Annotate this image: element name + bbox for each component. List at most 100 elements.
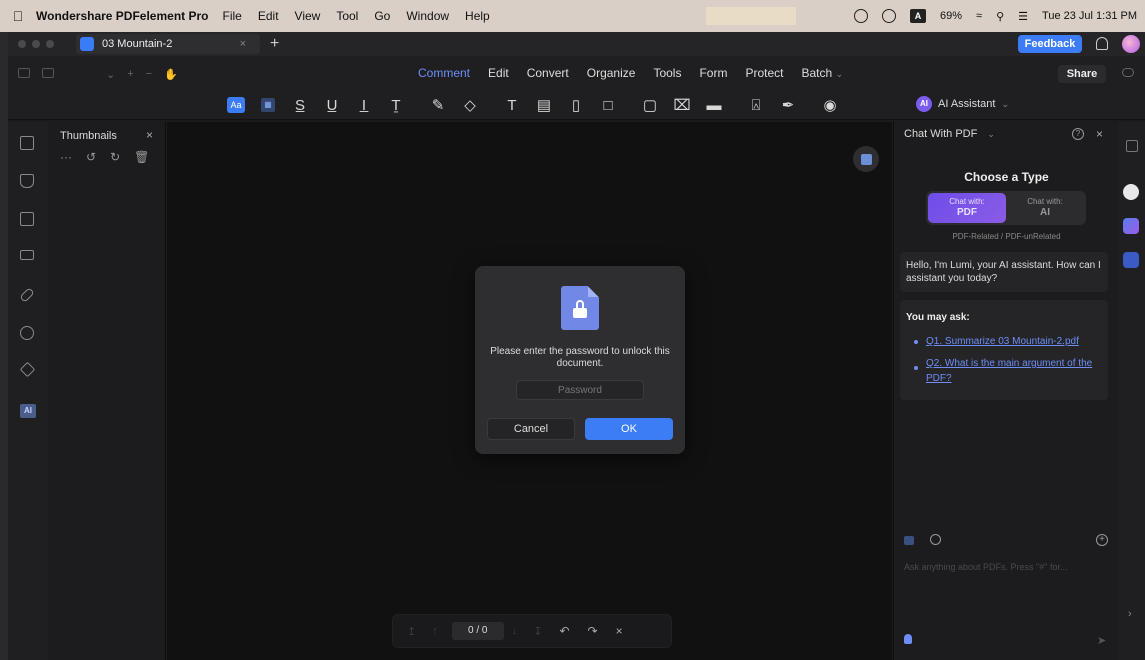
lightbulb-icon[interactable] xyxy=(904,634,912,644)
chat-mode-dropdown[interactable]: Chat With PDF ⌄ xyxy=(904,128,995,140)
close-window-button[interactable] xyxy=(18,40,26,48)
trash-icon[interactable]: 🗑 xyxy=(134,150,149,164)
bookmark-icon[interactable] xyxy=(20,212,34,226)
tab-close-icon[interactable]: × xyxy=(240,38,246,50)
close-icon[interactable]: × xyxy=(1096,127,1103,141)
zoom-in-icon[interactable]: + xyxy=(127,68,133,81)
tab-organize[interactable]: Organize xyxy=(587,66,636,80)
suggestion-q2[interactable]: Q2. What is the main argument of the PDF… xyxy=(926,356,1098,386)
underline-icon[interactable]: U̲ xyxy=(316,94,348,116)
password-input[interactable] xyxy=(516,380,644,400)
new-chat-icon[interactable]: + xyxy=(1096,534,1108,546)
page-layout-icon[interactable] xyxy=(42,68,54,78)
chat-with-pdf-option[interactable]: Chat with: PDF xyxy=(928,193,1006,223)
signature-icon[interactable]: ✒ xyxy=(772,94,804,116)
app-name-menu[interactable]: Wondershare PDFelement Pro xyxy=(36,9,209,23)
layers-icon[interactable] xyxy=(20,250,34,260)
ai-panel-icon[interactable]: AI xyxy=(20,404,36,418)
cancel-button[interactable]: Cancel xyxy=(487,418,575,440)
new-tab-button[interactable]: + xyxy=(270,35,279,53)
tab-convert[interactable]: Convert xyxy=(527,66,569,80)
tab-comment[interactable]: Comment xyxy=(418,66,470,80)
menu-view[interactable]: View xyxy=(295,9,321,23)
previous-page-icon[interactable]: ↑ xyxy=(432,625,438,637)
control-center-icon[interactable]: ☰ xyxy=(1018,10,1028,23)
play-icon[interactable] xyxy=(882,9,896,23)
share-button[interactable]: Share xyxy=(1058,65,1106,83)
ai-robot-icon[interactable] xyxy=(1123,184,1139,200)
cloud-icon[interactable] xyxy=(1122,68,1134,77)
menu-file[interactable]: File xyxy=(223,9,242,23)
first-page-icon[interactable]: ↥ xyxy=(407,625,416,638)
thumbnails-icon[interactable] xyxy=(20,136,34,150)
shape-rectangle-icon[interactable]: ▢ xyxy=(634,94,666,116)
strikethrough-icon[interactable]: S̲ xyxy=(284,94,316,116)
hand-tool-icon[interactable]: ✋ xyxy=(164,68,178,81)
eraser-icon[interactable]: ◇ xyxy=(454,94,486,116)
close-icon[interactable]: × xyxy=(146,128,153,142)
feedback-button[interactable]: Feedback xyxy=(1018,35,1082,53)
zoom-dropdown-icon[interactable]: ⌄ xyxy=(106,68,115,81)
help-icon[interactable]: ? xyxy=(1072,128,1084,140)
history-icon[interactable] xyxy=(930,534,941,545)
zoom-window-button[interactable] xyxy=(46,40,54,48)
redo-icon[interactable]: ↷ xyxy=(588,624,598,638)
close-bar-icon[interactable]: × xyxy=(616,624,623,638)
apple-icon[interactable]:  xyxy=(0,8,36,24)
text-field-icon[interactable]: ▤ xyxy=(528,94,560,116)
chevron-right-icon[interactable]: › xyxy=(1128,608,1132,620)
ok-button[interactable]: OK xyxy=(585,418,673,440)
translate-float-icon[interactable] xyxy=(853,146,879,172)
menu-go[interactable]: Go xyxy=(374,9,390,23)
last-page-icon[interactable]: ↧ xyxy=(533,625,542,638)
ai-translate-icon[interactable] xyxy=(1123,252,1139,268)
tab-protect[interactable]: Protect xyxy=(745,66,783,80)
ai-assistant-dropdown[interactable]: AI AI Assistant ⌄ xyxy=(916,96,1009,112)
ai-shield-icon[interactable] xyxy=(1123,218,1139,234)
input-source-icon[interactable]: A xyxy=(910,9,926,23)
insert-text-icon[interactable]: I̲ xyxy=(348,94,380,116)
note-icon[interactable]: □ xyxy=(592,94,624,116)
page-number-field[interactable]: 0 / 0 xyxy=(451,622,504,640)
tab-form[interactable]: Form xyxy=(699,66,727,80)
show-comments-icon[interactable]: ◉ xyxy=(814,94,846,116)
send-icon[interactable]: ➤ xyxy=(1097,634,1106,647)
screen-time-icon[interactable] xyxy=(854,9,868,23)
menu-tool[interactable]: Tool xyxy=(336,9,358,23)
avatar[interactable] xyxy=(1122,35,1140,53)
replace-text-icon[interactable]: Ṯ xyxy=(380,94,412,116)
text-box-icon[interactable]: T xyxy=(496,94,528,116)
attachment-panel-icon[interactable] xyxy=(19,287,35,303)
menu-window[interactable]: Window xyxy=(406,9,449,23)
suggestion-q1[interactable]: Q1. Summarize 03 Mountain-2.pdf xyxy=(926,334,1098,349)
layers-stack-icon[interactable] xyxy=(19,361,36,378)
document-tab[interactable]: 03 Mountain-2 × xyxy=(76,34,260,54)
tab-edit[interactable]: Edit xyxy=(488,66,509,80)
properties-icon[interactable] xyxy=(1126,140,1138,152)
stamp-icon[interactable]: ⍓ xyxy=(740,94,772,116)
rotate-left-icon[interactable]: ↺ xyxy=(86,150,96,164)
chat-input[interactable]: Ask anything about PDFs. Press "#" for..… xyxy=(904,562,1067,572)
menu-help[interactable]: Help xyxy=(465,9,490,23)
clock-datetime[interactable]: Tue 23 Jul 1:31 PM xyxy=(1042,10,1137,22)
spotlight-icon[interactable]: ⚲ xyxy=(996,10,1004,23)
minimize-window-button[interactable] xyxy=(32,40,40,48)
image-upload-icon[interactable] xyxy=(904,536,914,545)
next-page-icon[interactable]: ↓ xyxy=(512,625,518,637)
more-icon[interactable]: ··· xyxy=(60,150,72,164)
pencil-icon[interactable]: ✎ xyxy=(422,94,454,116)
zoom-out-icon[interactable]: − xyxy=(146,68,152,81)
measure-icon[interactable]: ▬ xyxy=(698,94,730,116)
search-icon[interactable] xyxy=(20,326,34,340)
sidebar-toggle-icon[interactable] xyxy=(18,68,30,78)
callout-icon[interactable]: ▯ xyxy=(560,94,592,116)
menu-edit[interactable]: Edit xyxy=(258,9,279,23)
undo-icon[interactable]: ↶ xyxy=(559,624,569,638)
bell-icon[interactable] xyxy=(1096,37,1108,50)
chat-with-ai-option[interactable]: Chat with: AI xyxy=(1006,193,1084,223)
tab-batch[interactable]: Batch ⌄ xyxy=(801,66,843,80)
wifi-icon[interactable]: ≈ xyxy=(976,10,982,22)
tab-tools[interactable]: Tools xyxy=(653,66,681,80)
area-highlight-icon[interactable]: ▦ xyxy=(252,94,284,116)
attachment-icon[interactable]: ⌧ xyxy=(666,94,698,116)
